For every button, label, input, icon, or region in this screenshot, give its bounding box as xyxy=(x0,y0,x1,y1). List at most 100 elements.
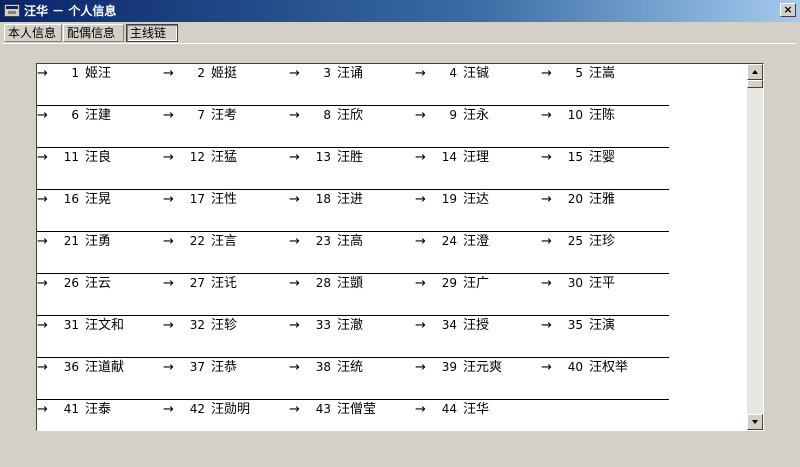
scroll-up-button[interactable] xyxy=(747,64,763,80)
arrow-icon: → xyxy=(541,192,552,207)
chain-entry[interactable]: → 9 汪永 xyxy=(415,106,489,124)
arrow-icon: → xyxy=(541,66,552,81)
chain-entry-number: 31 xyxy=(63,318,79,332)
chain-row: → 41 汪泰 → 42 汪勋明 → 43 汪僧莹 → 44 汪华 xyxy=(37,400,669,430)
chain-entry[interactable]: → 41 汪泰 xyxy=(37,400,111,418)
close-button[interactable]: × xyxy=(780,3,796,17)
chain-entry-name: 汪进 xyxy=(337,192,364,207)
arrow-icon: → xyxy=(415,108,426,123)
chain-entry[interactable]: → 38 汪统 xyxy=(289,358,363,376)
chain-entry[interactable]: → 26 汪云 xyxy=(37,274,111,292)
chain-entry[interactable]: → 42 汪勋明 xyxy=(163,400,250,418)
chain-entry[interactable]: → 36 汪道献 xyxy=(37,358,124,376)
chain-entry[interactable]: → 27 汪讬 xyxy=(163,274,237,292)
chain-entry[interactable]: → 29 汪广 xyxy=(415,274,489,292)
chain-entry-name: 汪珍 xyxy=(589,234,616,249)
chain-entry-number: 30 xyxy=(567,276,583,290)
chain-entry[interactable]: → 1 姬汪 xyxy=(37,64,111,82)
vertical-scrollbar[interactable] xyxy=(747,64,763,430)
chain-entry[interactable]: → 11 汪良 xyxy=(37,148,111,166)
chain-entry[interactable]: → 3 汪诵 xyxy=(289,64,363,82)
chain-entry-number: 17 xyxy=(189,192,205,206)
chain-entry-name: 汪道献 xyxy=(85,360,125,375)
chain-entry-name: 汪性 xyxy=(211,192,238,207)
title-bar[interactable]: 汪华 － 个人信息 × xyxy=(0,0,800,22)
chain-entry[interactable]: → 15 汪婴 xyxy=(541,148,615,166)
chain-entry-number: 32 xyxy=(189,318,205,332)
chain-entry-number: 11 xyxy=(63,150,79,164)
chain-entry[interactable]: → 19 汪达 xyxy=(415,190,489,208)
chain-entry-name: 汪永 xyxy=(463,108,490,123)
chain-entry-name: 汪勋明 xyxy=(211,402,251,417)
arrow-icon: → xyxy=(37,108,48,123)
arrow-icon: → xyxy=(541,360,552,375)
chain-entry[interactable]: → 28 汪顗 xyxy=(289,274,363,292)
chain-entry[interactable]: → 24 汪澄 xyxy=(415,232,489,250)
chain-entry[interactable]: → 14 汪理 xyxy=(415,148,489,166)
chain-entry[interactable]: → 18 汪进 xyxy=(289,190,363,208)
chain-entry-name: 姬挺 xyxy=(211,66,238,81)
chain-entry[interactable]: → 40 汪权举 xyxy=(541,358,628,376)
main-chain-list[interactable]: → 1 姬汪 → 2 姬挺 → 3 汪诵 → 4 汪铖 → 5 汪嵩 → 6 汪建 → 7 汪考 → 8 汪欣 → 9 汪永 → 10 汪… xyxy=(36,63,764,431)
arrow-icon: → xyxy=(163,234,174,249)
chain-entry-number: 20 xyxy=(567,192,583,206)
chain-entry-name: 汪铖 xyxy=(463,66,490,81)
arrow-icon: → xyxy=(415,192,426,207)
chain-row: → 36 汪道献 → 37 汪恭 → 38 汪统 → 39 汪元爽 → 40 汪权举 xyxy=(37,358,669,400)
chain-entry[interactable]: → 32 汪轸 xyxy=(163,316,237,334)
chain-entry[interactable]: → 39 汪元爽 xyxy=(415,358,502,376)
chain-entry-number: 6 xyxy=(71,108,79,122)
chain-entry[interactable]: → 8 汪欣 xyxy=(289,106,363,124)
chain-entry[interactable]: → 2 姬挺 xyxy=(163,64,237,82)
arrow-icon: → xyxy=(37,150,48,165)
chain-entry[interactable]: → 12 汪猛 xyxy=(163,148,237,166)
chain-entry[interactable]: → 31 汪文和 xyxy=(37,316,124,334)
chain-entry[interactable]: → 6 汪建 xyxy=(37,106,111,124)
chain-entry-number: 39 xyxy=(441,360,457,374)
chain-entry-name: 汪泰 xyxy=(85,402,112,417)
chain-entry[interactable]: → 23 汪高 xyxy=(289,232,363,250)
chain-rows: → 1 姬汪 → 2 姬挺 → 3 汪诵 → 4 汪铖 → 5 汪嵩 → 6 汪建 → 7 汪考 → 8 汪欣 → 9 汪永 → 10 汪… xyxy=(37,64,669,430)
chain-entry-number: 23 xyxy=(315,234,331,248)
chain-entry-number: 22 xyxy=(189,234,205,248)
chain-entry-name: 汪婴 xyxy=(589,150,616,165)
chain-entry[interactable]: → 25 汪珍 xyxy=(541,232,615,250)
chain-entry[interactable]: → 30 汪平 xyxy=(541,274,615,292)
chain-entry-name: 汪华 xyxy=(463,402,490,417)
chain-entry-name: 汪猛 xyxy=(211,150,238,165)
chain-entry-name: 汪嵩 xyxy=(589,66,616,81)
chain-entry[interactable]: → 43 汪僧莹 xyxy=(289,400,376,418)
tab-self-info[interactable]: 本人信息 xyxy=(4,24,62,42)
chain-entry-name: 姬汪 xyxy=(85,66,112,81)
scroll-thumb[interactable] xyxy=(747,80,763,88)
chain-entry-number: 24 xyxy=(441,234,457,248)
chain-entry[interactable]: → 34 汪授 xyxy=(415,316,489,334)
chain-entry-number: 43 xyxy=(315,402,331,416)
chain-entry-number: 36 xyxy=(63,360,79,374)
chain-entry-name: 汪平 xyxy=(589,276,616,291)
chain-entry-number: 3 xyxy=(323,66,331,80)
window-title: 汪华 － 个人信息 xyxy=(24,4,117,18)
chain-entry[interactable]: → 10 汪陈 xyxy=(541,106,615,124)
chain-entry[interactable]: → 13 汪胜 xyxy=(289,148,363,166)
chain-entry[interactable]: → 22 汪言 xyxy=(163,232,237,250)
tab-main-chain[interactable]: 主线链 xyxy=(126,24,178,42)
chain-entry-number: 25 xyxy=(567,234,583,248)
chain-entry[interactable]: → 20 汪雅 xyxy=(541,190,615,208)
chain-entry[interactable]: → 16 汪晃 xyxy=(37,190,111,208)
chain-entry[interactable]: → 17 汪性 xyxy=(163,190,237,208)
arrow-icon: → xyxy=(37,318,48,333)
chain-entry[interactable]: → 37 汪恭 xyxy=(163,358,237,376)
chain-entry-name: 汪讬 xyxy=(211,276,238,291)
chain-entry[interactable]: → 44 汪华 xyxy=(415,400,489,418)
chain-entry[interactable]: → 35 汪演 xyxy=(541,316,615,334)
arrow-icon: → xyxy=(289,234,300,249)
chain-entry[interactable]: → 7 汪考 xyxy=(163,106,237,124)
tab-spouse-info[interactable]: 配偶信息 xyxy=(63,24,124,42)
chain-entry[interactable]: → 21 汪勇 xyxy=(37,232,111,250)
scroll-down-button[interactable] xyxy=(747,414,763,430)
chain-entry-name: 汪理 xyxy=(463,150,490,165)
chain-entry[interactable]: → 33 汪澈 xyxy=(289,316,363,334)
chain-entry[interactable]: → 5 汪嵩 xyxy=(541,64,615,82)
chain-entry[interactable]: → 4 汪铖 xyxy=(415,64,489,82)
